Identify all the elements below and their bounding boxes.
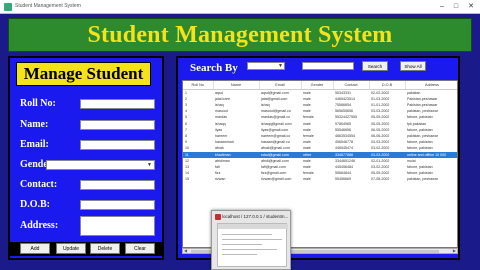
search-input[interactable] xyxy=(302,62,354,70)
table-cell: rizwan@gmail.com xyxy=(261,177,292,182)
update-button[interactable]: Update xyxy=(56,243,86,254)
table-cell: 07-08-2002 xyxy=(371,177,390,182)
table-cell: 55343331 xyxy=(335,90,351,95)
address-label: Address: xyxy=(20,220,59,231)
contact-input[interactable] xyxy=(80,180,155,190)
address-textarea[interactable] xyxy=(80,216,155,236)
taskbar-preview-image xyxy=(217,223,288,267)
contact-label: Contact: xyxy=(20,179,58,190)
maximize-button[interactable]: □ xyxy=(450,2,462,11)
roll-no-label: Roll No: xyxy=(20,98,56,109)
column-header[interactable]: Roll No xyxy=(183,81,214,90)
column-header[interactable]: Address xyxy=(405,81,457,90)
manage-student-title: Manage Student xyxy=(23,64,144,83)
taskbar-preview-title: localhost / 127.0.0.1 / studentm... xyxy=(222,214,289,219)
gender-select[interactable]: ▼ xyxy=(46,160,155,170)
table-cell: male xyxy=(303,90,311,95)
roll-no-input[interactable] xyxy=(80,99,155,109)
show-all-button[interactable]: Show All xyxy=(400,61,426,71)
header: Student Management System xyxy=(0,14,480,54)
window-title: Student Management System xyxy=(15,3,81,9)
table-cell: pakistan, peshawar xyxy=(407,177,438,182)
table-cell: 1 xyxy=(185,90,187,95)
search-by-label: Search By xyxy=(190,62,238,74)
clear-button[interactable]: Clear xyxy=(125,243,155,254)
taskbar-preview[interactable]: localhost / 127.0.0.1 / studentm... xyxy=(211,210,291,270)
chevron-down-icon: ▼ xyxy=(147,162,152,168)
search-by-select[interactable]: ▼ xyxy=(247,62,285,70)
dob-label: D.O.B: xyxy=(20,199,50,210)
column-header[interactable]: Name xyxy=(213,81,260,90)
app-icon xyxy=(4,3,12,11)
column-header[interactable]: D.O.B xyxy=(369,81,406,90)
chevron-down-icon: ▼ xyxy=(278,63,283,69)
table-cell: 55456669 xyxy=(335,177,351,182)
name-input[interactable] xyxy=(80,120,155,130)
manage-student-panel: Manage Student Roll No: Name: Email: Gen… xyxy=(8,56,164,260)
page-title: Student Management System xyxy=(87,21,393,48)
header-banner: Student Management System xyxy=(8,18,472,52)
minimize-button[interactable]: – xyxy=(436,2,448,11)
table-cell: aqsd xyxy=(215,90,223,95)
email-label: Email: xyxy=(20,139,49,150)
scroll-right-icon[interactable]: ▶ xyxy=(453,248,456,253)
column-header[interactable]: Gender xyxy=(301,81,334,90)
scroll-left-icon[interactable]: ◀ xyxy=(184,248,187,253)
table-cell: rizwan xyxy=(215,177,226,182)
window-titlebar: Student Management System – □ ✕ xyxy=(0,0,480,14)
delete-button[interactable]: Delete xyxy=(90,243,120,254)
email-input[interactable] xyxy=(80,140,155,150)
table-header-row: Roll No Name Email Gender Contact D.O.B … xyxy=(183,81,457,90)
add-button[interactable]: Add xyxy=(20,243,50,254)
browser-icon xyxy=(215,214,221,220)
manage-student-heading: Manage Student xyxy=(16,62,151,86)
name-label: Name: xyxy=(20,119,49,130)
table-cell: pakistan xyxy=(407,90,421,95)
column-header[interactable]: Contact xyxy=(333,81,370,90)
search-button[interactable]: Search xyxy=(362,61,388,71)
table-cell: 02-02-2002 xyxy=(371,90,390,95)
dob-input[interactable] xyxy=(80,200,155,210)
table-cell: 15 xyxy=(185,177,189,182)
column-header[interactable]: Email xyxy=(259,81,302,90)
table-cell: male xyxy=(303,177,311,182)
table-cell: aqsd@gmail.com xyxy=(261,90,289,95)
table-row[interactable]: 15 rizwan rizwan@gmail.com male 55456669 07-0… xyxy=(183,176,457,182)
table-row[interactable]: 1 aqsd aqsd@gmail.com male 55343331 02-02-200… xyxy=(183,89,457,96)
close-button[interactable]: ✕ xyxy=(465,2,477,11)
